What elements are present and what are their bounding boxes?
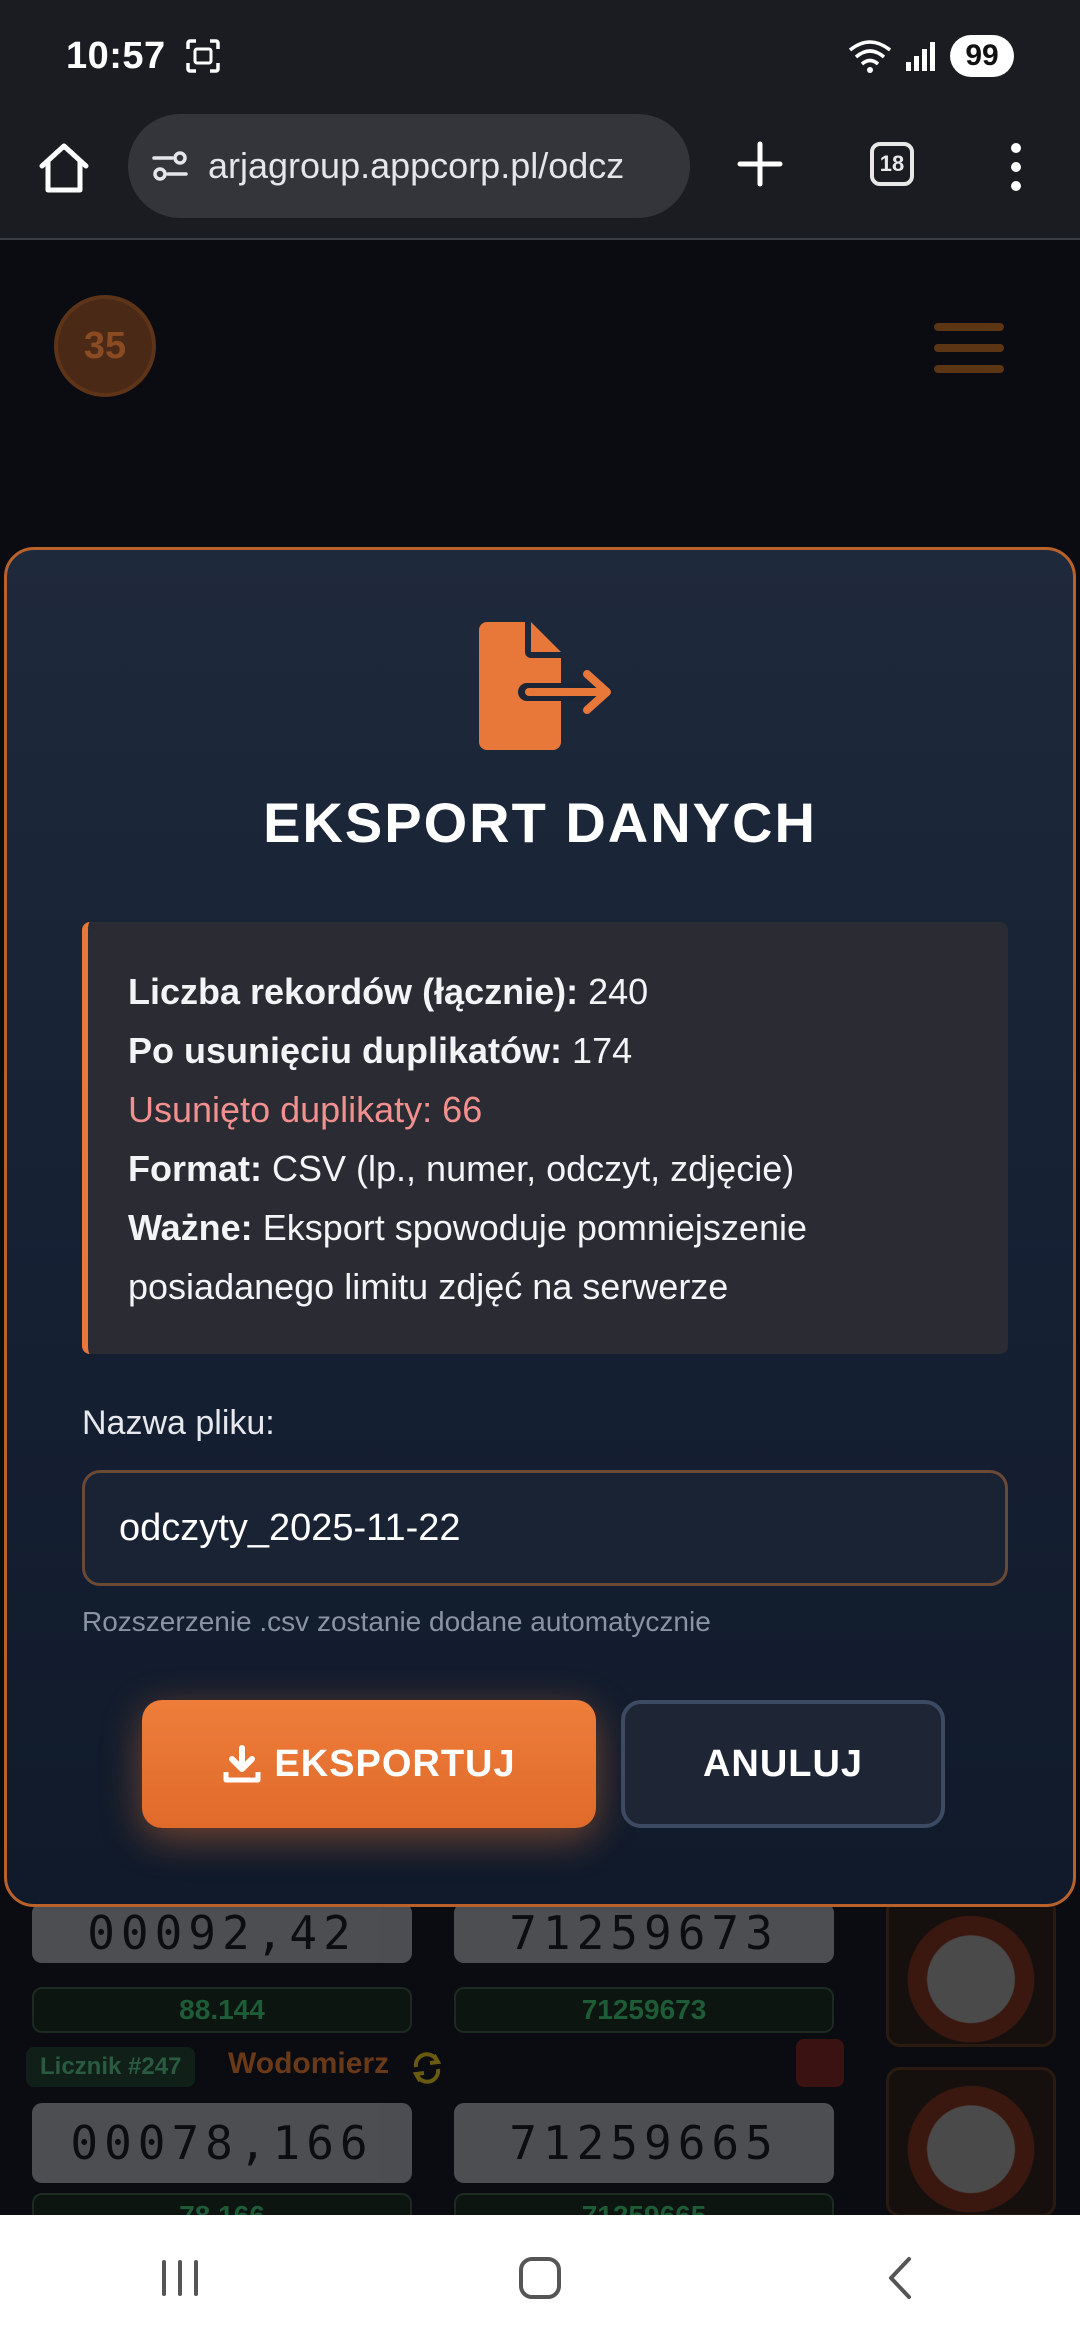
more-menu-icon[interactable] [1006,142,1026,192]
dialog-title: EKSPORT DANYCH [263,791,817,854]
dedup-label: Po usunięciu duplikatów: [128,1030,563,1071]
removed-duplicates-line: Usunięto duplikaty: 66 [128,1089,483,1130]
file-export-icon [479,622,614,750]
export-info-box: Liczba rekordów (łącznie): 240 Po usunię… [82,922,1008,1354]
status-bar: 10:57 99 [0,0,1080,112]
extension-hint: Rozszerzenie .csv zostanie dodane automa… [82,1606,711,1637]
status-time-group: 10:57 [66,35,222,78]
hamburger-menu-icon [934,323,1004,373]
meter-photo [886,1897,1056,2047]
serial-image: 71259665 [454,2103,834,2183]
download-icon [223,1745,261,1783]
status-icons: 99 [848,35,1014,77]
home-nav-icon [519,2256,561,2299]
new-tab-icon[interactable] [734,138,786,190]
export-button[interactable]: EKSPORTUJ [142,1700,596,1828]
important-value: Eksport spowoduje pomniejszenie [262,1207,807,1248]
serial-value: 71259665 [454,2193,834,2215]
screenshot-icon [185,39,220,73]
meter-image: 00092,42 [32,1903,412,1963]
filename-label: Nazwa pliku: [82,1404,275,1442]
recent-apps-icon [162,2259,198,2296]
serial-image: 71259673 [454,1903,834,1963]
filename-input[interactable] [82,1470,1008,1586]
back-button[interactable] [860,2238,940,2318]
format-label: Format: [128,1148,262,1189]
home-nav-button[interactable] [500,2238,580,2318]
meter-badge: Licznik #247 [26,2047,196,2087]
browser-toolbar: arjagroup.appcorp.pl/odcz 18 [0,112,1080,240]
site-settings-icon[interactable] [150,146,190,186]
system-nav-bar [0,2215,1080,2340]
back-icon [889,2256,911,2299]
export-dialog: EKSPORT DANYCH Liczba rekordów (łącznie)… [4,547,1076,1907]
important-line: Ważne: Eksport spowoduje pomniejszenie [128,1198,1008,1257]
meter-photo [886,2067,1056,2215]
clock: 10:57 [66,34,166,77]
important-line-continued: posiadanego limitu zdjęć na serwerze [128,1266,729,1307]
url-text: arjagroup.appcorp.pl/odcz [208,145,625,186]
signal-icon [906,42,935,71]
important-label: Ważne: [128,1207,253,1248]
dedup-count-line: Po usunięciu duplikatów: 174 [128,1021,1008,1080]
tab-switcher-button[interactable]: 18 [870,142,914,186]
records-value: 240 [588,971,649,1012]
reading-value: 88.144 [32,1987,412,2033]
wifi-icon [848,40,892,73]
meter-type: Wodomierz [228,2047,390,2080]
refresh-icon [412,2052,442,2084]
records-label: Liczba rekordów (łącznie): [128,971,579,1012]
reading-value: 78.166 [32,2193,412,2215]
format-value: CSV (lp., numer, odczyt, zdjęcie) [272,1148,795,1189]
meter-image: 00078,166 [32,2103,412,2183]
avatar: 35 [54,295,156,397]
serial-value: 71259673 [454,1987,834,2033]
address-bar[interactable]: arjagroup.appcorp.pl/odcz [128,114,690,218]
cancel-button[interactable]: ANULUJ [621,1700,945,1828]
records-count-line: Liczba rekordów (łącznie): 240 [128,962,1008,1021]
dedup-value: 174 [572,1030,633,1071]
format-line: Format: CSV (lp., numer, odczyt, zdjęcie… [128,1139,1008,1198]
recent-apps-button[interactable] [140,2238,220,2318]
export-button-label: EKSPORTUJ [274,1742,516,1785]
battery-indicator: 99 [950,35,1014,77]
trash-icon [796,2039,844,2087]
home-icon[interactable] [32,136,96,200]
